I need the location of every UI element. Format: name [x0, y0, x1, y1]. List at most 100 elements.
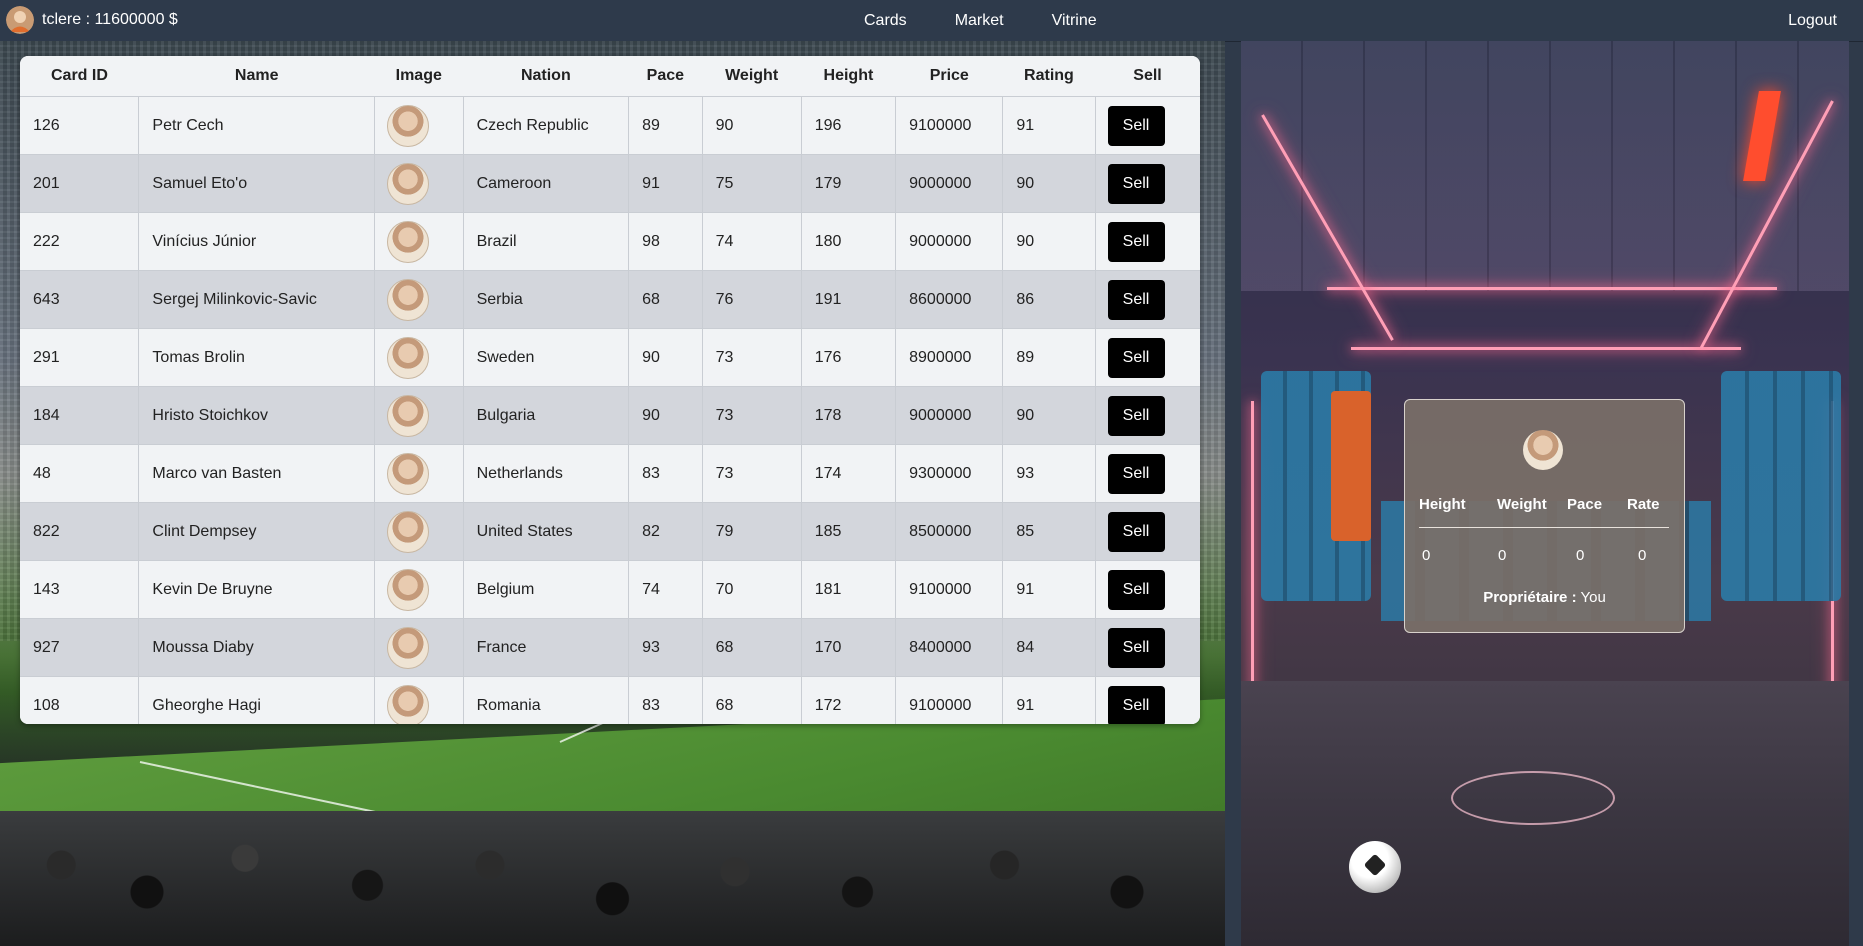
cell-height: 180: [801, 212, 897, 271]
cell-pace: 90: [628, 328, 703, 387]
cell-name: Tomas Brolin: [138, 328, 375, 387]
cell-image: [374, 212, 464, 271]
cell-rating: 90: [1002, 154, 1096, 213]
cell-rating: 91: [1002, 560, 1096, 619]
cell-sell: Sell: [1095, 386, 1200, 445]
cell-name: Hristo Stoichkov: [138, 386, 375, 445]
cell-image: [374, 270, 464, 329]
cell-sell: Sell: [1095, 502, 1200, 561]
sell-button[interactable]: Sell: [1107, 105, 1165, 146]
cell-name: Clint Dempsey: [138, 502, 375, 561]
cell-height: 176: [801, 328, 897, 387]
cell-price: 8900000: [895, 328, 1004, 387]
sell-button[interactable]: Sell: [1107, 569, 1165, 610]
player-avatar-icon: [1523, 430, 1563, 470]
player-avatar-icon: [386, 220, 429, 263]
neon-light: [1351, 347, 1741, 350]
cell-card-id: 222: [20, 212, 140, 271]
nav-link-cards[interactable]: Cards: [864, 12, 907, 30]
top-navbar: tclere : 11600000 $ Cards Market Vitrine…: [0, 0, 1863, 42]
floor-circle: [1451, 771, 1615, 825]
logout-link[interactable]: Logout: [1788, 12, 1837, 30]
cell-name: Kevin De Bruyne: [138, 560, 375, 619]
cell-sell: Sell: [1095, 676, 1200, 724]
cell-card-id: 143: [20, 560, 140, 619]
player-avatar-icon: [386, 278, 429, 321]
cell-pace: 68: [628, 270, 703, 329]
cell-height: 196: [801, 96, 897, 155]
cell-name: Sergej Milinkovic-Savic: [138, 270, 375, 329]
sell-button[interactable]: Sell: [1107, 511, 1165, 552]
cell-sell: Sell: [1095, 154, 1200, 213]
cell-pace: 93: [628, 618, 703, 677]
sell-button[interactable]: Sell: [1107, 163, 1165, 204]
cell-nation: Brazil: [463, 212, 630, 271]
preview-value-height: 0: [1422, 547, 1431, 564]
cell-weight: 75: [702, 154, 802, 213]
cell-height: 191: [801, 270, 897, 329]
cell-sell: Sell: [1095, 212, 1200, 271]
cell-price: 8400000: [895, 618, 1004, 677]
table-row: 201 Samuel Eto'o Cameroon 91 75 179 9000000 90 S…: [20, 154, 1200, 213]
cell-pace: 98: [628, 212, 703, 271]
player-avatar-icon: [386, 104, 429, 147]
sell-button[interactable]: Sell: [1107, 221, 1165, 262]
table-row: 143 Kevin De Bruyne Belgium 74 70 181 9100000 9…: [20, 560, 1200, 619]
cell-rating: 90: [1002, 212, 1096, 271]
cell-name: Petr Cech: [138, 96, 375, 155]
main-nav: Cards Market Vitrine: [864, 12, 1145, 30]
cell-name: Moussa Diaby: [138, 618, 375, 677]
player-avatar-icon: [386, 684, 429, 724]
cell-weight: 73: [702, 444, 802, 503]
cell-image: [374, 444, 464, 503]
preview-stat-headers: Height Weight Pace Rate: [1419, 496, 1669, 513]
sell-button[interactable]: Sell: [1107, 279, 1165, 320]
cell-weight: 79: [702, 502, 802, 561]
sell-button[interactable]: Sell: [1107, 453, 1165, 494]
cell-card-id: 291: [20, 328, 140, 387]
player-avatar-icon: [386, 568, 429, 611]
sell-button[interactable]: Sell: [1107, 627, 1165, 668]
header-weight: Weight: [702, 56, 802, 97]
cell-price: 9000000: [895, 212, 1004, 271]
preview-owner: Propriétaire : You: [1405, 589, 1684, 606]
table-row: 48 Marco van Basten Netherlands 83 73 174 9300…: [20, 444, 1200, 503]
cell-nation: Cameroon: [463, 154, 630, 213]
cell-rating: 91: [1002, 96, 1096, 155]
preview-value-pace: 0: [1576, 547, 1585, 564]
player-preview-card: Height Weight Pace Rate 0 0 0 0 Propriét…: [1404, 399, 1685, 633]
cell-pace: 89: [628, 96, 703, 155]
cell-nation: United States: [463, 502, 630, 561]
cell-height: 179: [801, 154, 897, 213]
cell-rating: 90: [1002, 386, 1096, 445]
sell-button[interactable]: Sell: [1107, 395, 1165, 436]
user-info: tclere : 11600000 $: [6, 6, 178, 34]
cell-name: Marco van Basten: [138, 444, 375, 503]
cell-image: [374, 560, 464, 619]
cell-pace: 90: [628, 386, 703, 445]
cell-sell: Sell: [1095, 270, 1200, 329]
cell-weight: 73: [702, 328, 802, 387]
sell-button[interactable]: Sell: [1107, 337, 1165, 378]
table-row: 822 Clint Dempsey United States 82 79 185 8500…: [20, 502, 1200, 561]
cell-card-id: 822: [20, 502, 140, 561]
nav-link-vitrine[interactable]: Vitrine: [1052, 12, 1097, 30]
cell-sell: Sell: [1095, 444, 1200, 503]
preview-divider: [1419, 527, 1669, 528]
sell-button[interactable]: Sell: [1107, 685, 1165, 724]
header-rating: Rating: [1002, 56, 1095, 97]
cell-price: 9000000: [895, 386, 1004, 445]
player-avatar-icon: [386, 336, 429, 379]
cards-table: Card ID Name Image Nation Pace Weight He…: [20, 56, 1200, 724]
header-card-id: Card ID: [20, 56, 139, 97]
cell-sell: Sell: [1095, 618, 1200, 677]
table-row: 184 Hristo Stoichkov Bulgaria 90 73 178 900000…: [20, 386, 1200, 445]
table-row: 927 Moussa Diaby France 93 68 170 8400000 84 Sel…: [20, 618, 1200, 677]
preview-header-weight: Weight: [1497, 496, 1547, 513]
cell-rating: 84: [1002, 618, 1096, 677]
header-image: Image: [374, 56, 464, 97]
nav-link-market[interactable]: Market: [955, 12, 1004, 30]
cell-weight: 68: [702, 618, 802, 677]
preview-value-rate: 0: [1638, 547, 1647, 564]
cell-rating: 93: [1002, 444, 1096, 503]
